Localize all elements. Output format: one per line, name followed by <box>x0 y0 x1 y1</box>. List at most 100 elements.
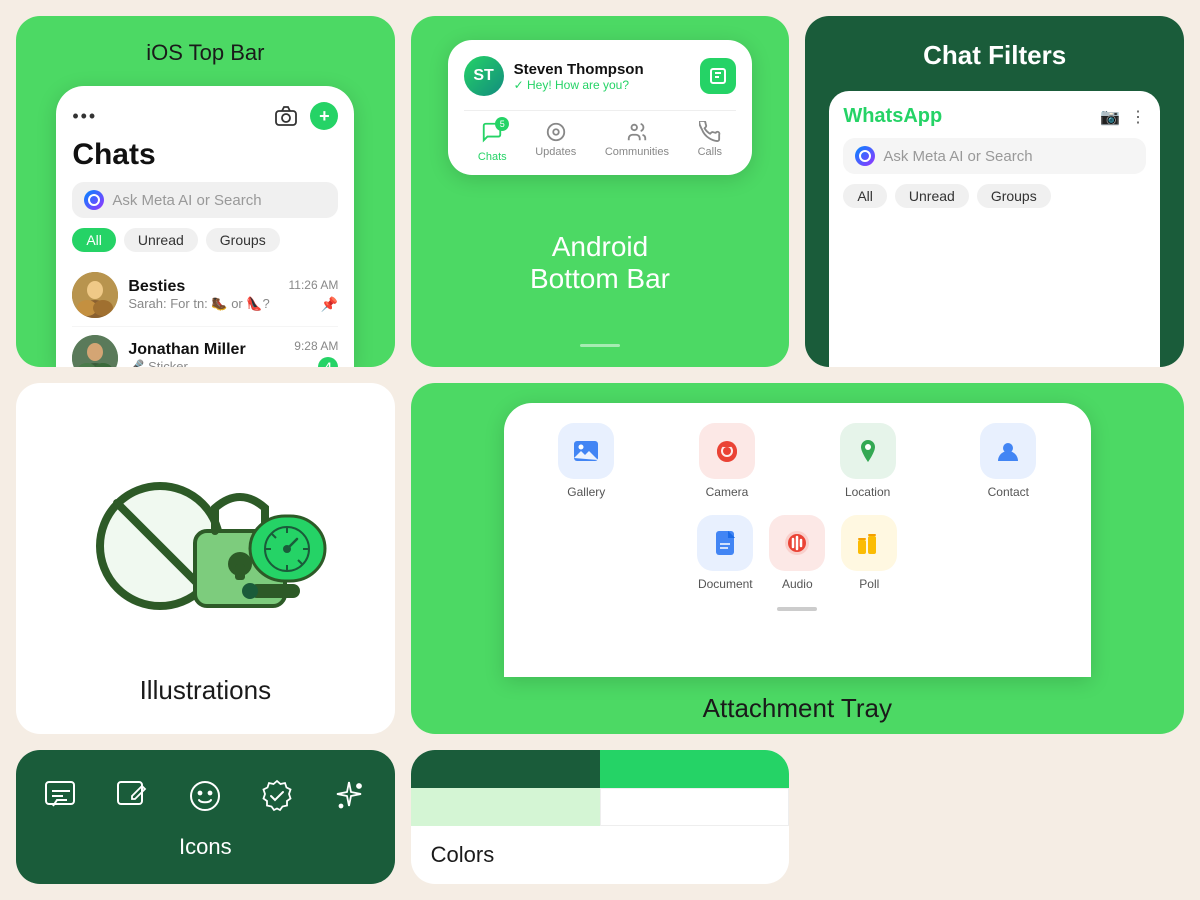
illustrations-artwork <box>36 413 375 659</box>
android-phone-mockup: ST Steven Thompson ✓ Hey! How are you? 5 <box>448 40 753 175</box>
attachment-audio[interactable]: Audio <box>769 515 825 591</box>
nav-item-chats[interactable]: 5 Chats <box>478 121 507 163</box>
filters-phone-mockup: WhatsApp 📷 ⋮ Ask Meta AI or Search All U… <box>829 91 1160 367</box>
illustrations-card-title: Illustrations <box>140 675 272 706</box>
colors-swatches <box>411 750 790 826</box>
filter-pill-unread[interactable]: Unread <box>895 184 969 208</box>
icons-card: Icons <box>16 750 395 884</box>
ios-phone-top-bar: ••• + <box>72 102 338 130</box>
header-action-icons: 📷 ⋮ <box>1100 107 1146 127</box>
swatch-white <box>600 788 789 826</box>
android-contact-row: ST Steven Thompson ✓ Hey! How are you? <box>464 56 737 96</box>
icon-sparkle <box>327 774 371 818</box>
avatar-jonathan <box>72 335 118 367</box>
poll-label: Poll <box>859 577 879 591</box>
nav-label-updates: Updates <box>535 146 576 158</box>
chat-item-jonathan[interactable]: Jonathan Miller 🎤 Sticker 9:28 AM 4 <box>72 327 338 367</box>
icon-emoji <box>183 774 227 818</box>
document-icon-wrap <box>697 515 753 571</box>
ios-search-placeholder: Ask Meta AI or Search <box>112 192 261 209</box>
ios-phone-mockup: ••• + Chats Ask Meta AI or Search All Un… <box>56 86 354 367</box>
android-compose-button[interactable] <box>700 58 736 94</box>
nav-label-chats: Chats <box>478 151 507 163</box>
chats-heading: Chats <box>72 138 338 172</box>
chat-badge-jonathan: 4 <box>318 357 338 367</box>
attachment-card-title: Attachment Tray <box>703 677 892 734</box>
phone-dots-icon: ••• <box>72 106 97 127</box>
android-avatar: ST <box>464 56 504 96</box>
camera-icon-wrap <box>699 423 755 479</box>
more-header-icon[interactable]: ⋮ <box>1130 107 1146 127</box>
attachment-tray-card: Gallery Camera Location Contact <box>411 383 1184 734</box>
chat-name-jonathan: Jonathan Miller <box>128 341 284 359</box>
colors-label-area: Colors <box>411 826 790 884</box>
android-contact-info: ST Steven Thompson ✓ Hey! How are you? <box>464 56 644 96</box>
attachment-phone-mockup: Gallery Camera Location Contact <box>504 403 1091 677</box>
ios-filter-pills: All Unread Groups <box>72 228 338 252</box>
nav-item-calls[interactable]: Calls <box>698 121 722 163</box>
poll-icon-wrap <box>841 515 897 571</box>
chat-preview-jonathan: 🎤 Sticker <box>128 359 284 367</box>
pill-groups[interactable]: Groups <box>206 228 280 252</box>
chat-name-besties: Besties <box>128 278 278 296</box>
android-contact-name: Steven Thompson <box>514 61 644 78</box>
illustrations-card: Illustrations <box>16 383 395 734</box>
attachment-location[interactable]: Location <box>805 423 930 499</box>
ios-card-title: iOS Top Bar <box>146 40 264 66</box>
android-card-title: AndroidBottom Bar <box>530 221 670 299</box>
filter-pill-groups[interactable]: Groups <box>977 184 1051 208</box>
filters-search-bar[interactable]: Ask Meta AI or Search <box>843 138 1146 174</box>
chat-info-jonathan: Jonathan Miller 🎤 Sticker <box>128 341 284 367</box>
audio-icon-wrap <box>769 515 825 571</box>
add-chat-button[interactable]: + <box>310 102 338 130</box>
gallery-label: Gallery <box>567 485 605 499</box>
colors-card: Colors <box>411 750 790 884</box>
chat-pin-icon: 📌 <box>321 296 338 313</box>
filters-pills: All Unread Groups <box>843 184 1146 208</box>
nav-item-updates[interactable]: Updates <box>535 121 576 163</box>
android-bottom-bar-card: ST Steven Thompson ✓ Hey! How are you? 5 <box>411 16 790 367</box>
phone-icon-group: + <box>272 102 338 130</box>
chat-meta-jonathan: 9:28 AM 4 <box>294 339 338 367</box>
pill-unread[interactable]: Unread <box>124 228 198 252</box>
avatar-besties <box>72 272 118 318</box>
swatch-dark-green <box>411 750 600 788</box>
location-label: Location <box>845 485 890 499</box>
chat-time-jonathan: 9:28 AM <box>294 339 338 353</box>
document-label: Document <box>698 577 753 591</box>
android-contact-status: ✓ Hey! How are you? <box>514 78 644 92</box>
camera-header-icon[interactable]: 📷 <box>1100 107 1120 127</box>
meta-ai-icon <box>84 190 104 210</box>
chat-item-besties[interactable]: Besties Sarah: For tn: 🥾 or 👠? 11:26 AM … <box>72 264 338 327</box>
attachment-poll[interactable]: Poll <box>841 515 897 591</box>
icon-edit-chat <box>111 774 155 818</box>
audio-label: Audio <box>782 577 813 591</box>
filters-search-placeholder: Ask Meta AI or Search <box>883 148 1032 165</box>
android-contact-text: Steven Thompson ✓ Hey! How are you? <box>514 61 644 92</box>
nav-item-communities[interactable]: Communities <box>605 121 669 163</box>
attachment-camera[interactable]: Camera <box>665 423 790 499</box>
nav-badge-chats: 5 <box>495 117 509 131</box>
pill-all[interactable]: All <box>72 228 116 252</box>
filters-card-title: Chat Filters <box>829 40 1160 71</box>
contact-icon-wrap <box>980 423 1036 479</box>
ios-search-bar[interactable]: Ask Meta AI or Search <box>72 182 338 218</box>
chat-time-besties: 11:26 AM <box>289 278 339 292</box>
chat-filters-card: Chat Filters WhatsApp 📷 ⋮ Ask Meta AI or… <box>805 16 1184 367</box>
swatch-medium-green <box>600 750 789 788</box>
chat-meta-besties: 11:26 AM 📌 <box>289 278 339 313</box>
attachment-grid-row2: Document Audio Poll <box>524 515 1071 591</box>
camera-icon[interactable] <box>272 102 300 130</box>
chat-info-besties: Besties Sarah: For tn: 🥾 or 👠? <box>128 278 278 312</box>
filter-pill-all[interactable]: All <box>843 184 887 208</box>
attachment-document[interactable]: Document <box>697 515 753 591</box>
icons-card-label: Icons <box>179 834 232 860</box>
chat-preview-besties: Sarah: For tn: 🥾 or 👠? <box>128 296 278 312</box>
icon-chat <box>39 774 83 818</box>
attachment-gallery[interactable]: Gallery <box>524 423 649 499</box>
whatsapp-header: WhatsApp 📷 ⋮ <box>843 105 1146 128</box>
location-icon-wrap <box>840 423 896 479</box>
android-bottom-nav: 5 Chats Updates Communities Calls <box>464 110 737 163</box>
phone-bottom-bar <box>777 607 817 611</box>
attachment-contact[interactable]: Contact <box>946 423 1071 499</box>
